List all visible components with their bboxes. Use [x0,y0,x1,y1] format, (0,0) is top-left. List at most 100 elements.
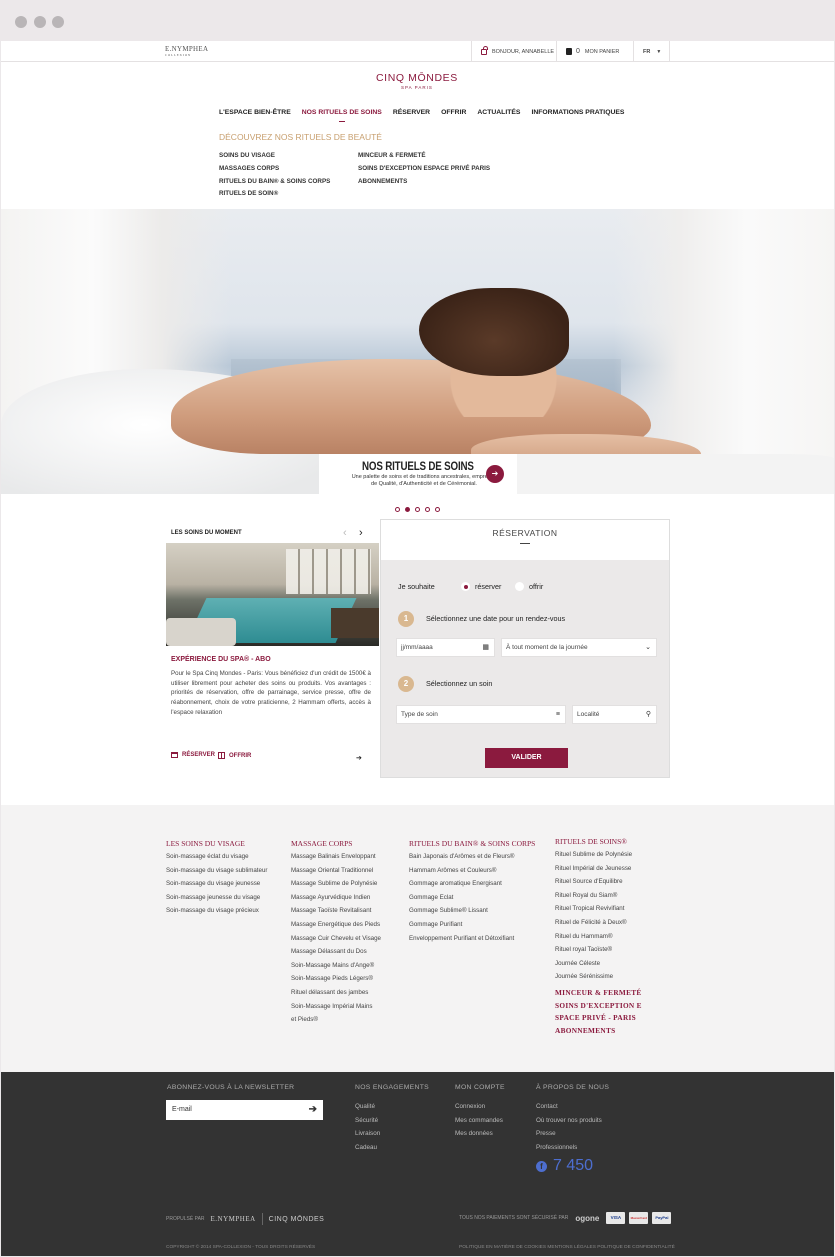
footer-link-exception-cont[interactable]: SPACE PRIVÉ - PARIS [555,1012,642,1025]
footer-link[interactable]: Soin-massage du visage précieux [166,904,267,918]
time-select[interactable]: À tout moment de la journée ⌄ [501,638,657,657]
moment-title[interactable]: EXPÉRIENCE DU SPA® - ABO [171,656,271,663]
moment-reserve-link[interactable]: RÉSERVER [171,752,215,758]
footer-link[interactable]: Rituel du Hammam® [555,930,642,944]
account-link[interactable]: BONJOUR, ANNABELLE [471,41,556,62]
hero-caption-card[interactable]: NOS RITUELS DE SOINS Une palette de soin… [319,454,517,496]
footer-col-title[interactable]: LES SOINS DU VISAGE [166,837,267,850]
footer-link[interactable]: Gommage aromatique Energisant [409,877,535,891]
facebook-likes[interactable]: f 7 450 [536,1157,593,1175]
footer-link[interactable]: Massage Délassant du Dos [291,945,381,959]
footer-link[interactable]: Où trouver nos produits [536,1114,602,1128]
nav-rituels-de-soins[interactable]: NOS RITUELS DE SOINS [302,109,382,122]
slider-dot[interactable] [395,507,400,512]
footer-link-exception[interactable]: SOINS D'EXCEPTION E [555,1000,642,1013]
footer-link[interactable]: Soin-Massage Pieds Légers® [291,972,381,986]
arrow-right-icon[interactable]: ➔ [356,754,362,762]
footer-link[interactable]: Rituel délassant des jambes [291,986,381,1000]
chevron-right-icon[interactable]: › [359,527,363,539]
footer-link[interactable]: Journée Sérénissime [555,970,642,984]
footer-link[interactable]: Soin-Massage Mains d'Ange® [291,959,381,973]
footer-link[interactable]: Livraison [355,1127,380,1141]
footer-link[interactable]: Enveloppement Purifiant et Détoxifiant [409,932,535,946]
footer-link[interactable]: Cadeau [355,1141,380,1155]
footer-link[interactable]: Gommage Eclat [409,891,535,905]
radio-offer[interactable] [515,582,524,591]
arrow-right-icon[interactable]: ➔ [486,465,504,483]
footer-link[interactable]: Soin-massage éclat du visage [166,850,267,864]
slider-dot[interactable] [415,507,420,512]
footer-col-title[interactable]: MASSAGE CORPS [291,837,381,850]
submenu-item[interactable]: RITUELS DE SOIN® [219,188,330,201]
footer-link[interactable]: Massage Sublime de Polynésie [291,877,381,891]
footer-link[interactable]: Hammam Arômes et Couleurs® [409,864,535,878]
slider-dot-active[interactable] [405,507,410,512]
footer-link[interactable]: Rituel de Félicité à Deux® [555,916,642,930]
language-select[interactable]: FR ▼ [633,41,670,62]
footer-link-minceur[interactable]: MINCEUR & FERMETÉ [555,987,642,1000]
footer-link[interactable]: Massage Cuir Chevelu et Visage [291,932,381,946]
cart-link[interactable]: 0 MON PANIER [556,41,633,62]
legal-links[interactable]: POLITIQUE EN MATIÈRE DE COOKIES MENTIONS… [459,1245,675,1250]
footer-link[interactable]: Rituel Impérial de Jeunesse [555,862,642,876]
footer-link[interactable]: Sécurité [355,1114,380,1128]
nav-informations-pratiques[interactable]: INFORMATIONS PRATIQUES [531,109,624,116]
window-maximize-dot[interactable] [52,16,64,28]
footer-col-title[interactable]: RITUELS DU BAIN® & SOINS CORPS [409,837,535,850]
footer-link[interactable]: Massage Taoïste Revitalisant [291,904,381,918]
submenu-item[interactable]: SOINS DU VISAGE [219,150,330,163]
footer-link[interactable]: Bain Japonais d'Arômes et de Fleurs® [409,850,535,864]
footer-link[interactable]: Professionnels [536,1141,602,1155]
submenu-item[interactable]: MINCEUR & FERMETÉ [358,150,490,163]
footer-link[interactable]: Rituel Tropical Revivifiant [555,902,642,916]
footer-link[interactable]: Mes commandes [455,1114,503,1128]
submenu-item[interactable]: SOINS D'EXCEPTION ESPACE PRIVÉ PARIS [358,163,490,176]
submenu-item[interactable]: RITUELS DU BAIN® & SOINS CORPS [219,176,330,189]
newsletter-input[interactable]: E-mail ➔ [166,1100,323,1120]
footer-link[interactable]: Soin-Massage Impérial Mains [291,1000,381,1014]
moment-image[interactable] [166,543,379,646]
footer-link[interactable]: Connexion [455,1100,503,1114]
nav-offrir[interactable]: OFFRIR [441,109,466,116]
moment-offer-link[interactable]: OFFRIR [218,752,251,759]
window-close-dot[interactable] [15,16,27,28]
footer-link[interactable]: Massage Balinais Enveloppant [291,850,381,864]
arrow-right-icon[interactable]: ➔ [309,1100,317,1120]
footer-link[interactable]: Rituel Royal du Siam® [555,889,642,903]
footer-col-title[interactable]: RITUELS DE SOINS® [555,835,642,848]
enymphea-logo[interactable]: E.NYMPHEA [211,1215,256,1223]
footer-link[interactable]: Massage Ayurvédique Indien [291,891,381,905]
footer-link[interactable]: Journée Céleste [555,957,642,971]
footer-link[interactable]: et Pieds® [291,1013,381,1027]
date-input[interactable]: jj/mm/aaaa ▦ [396,638,495,657]
footer-link[interactable]: Gommage Sublime® Lissant [409,904,535,918]
collexion-logo[interactable]: E.NYMPHEA COLLEXION [165,45,208,57]
footer-link[interactable]: Soin-massage du visage sublimateur [166,864,267,878]
footer-link[interactable]: Mes données [455,1127,503,1141]
footer-link[interactable]: Qualité [355,1100,380,1114]
footer-link[interactable]: Massage Oriental Traditionnel [291,864,381,878]
submenu-item[interactable]: ABONNEMENTS [358,176,490,189]
submenu-item[interactable]: MASSAGES CORPS [219,163,330,176]
slider-dot[interactable] [435,507,440,512]
footer-link[interactable]: Rituel royal Taoïste® [555,943,642,957]
footer-link-abonnements[interactable]: ABONNEMENTS [555,1025,642,1038]
footer-link[interactable]: Soin-massage du visage jeunesse [166,877,267,891]
nav-actualites[interactable]: ACTUALITÉS [477,109,520,116]
footer-link[interactable]: Contact [536,1100,602,1114]
radio-reserve[interactable] [461,582,470,591]
nav-reserver[interactable]: RÉSERVER [393,109,430,116]
footer-link[interactable]: Presse [536,1127,602,1141]
site-logo[interactable]: CINQ MŌNDES SPA PARIS [376,72,458,90]
radio-reserve-label[interactable]: réserver [475,582,501,591]
soin-select[interactable]: Type de soin ≡ [396,705,566,724]
footer-link[interactable]: Soin-massage jeunesse du visage [166,891,267,905]
window-minimize-dot[interactable] [34,16,46,28]
footer-link[interactable]: Rituel Sublime de Polynésie [555,848,642,862]
footer-link[interactable]: Massage Energétique des Pieds [291,918,381,932]
chevron-left-icon[interactable]: ‹ [343,527,347,539]
footer-link[interactable]: Rituel Source d'Equilibre [555,875,642,889]
footer-link[interactable]: Gommage Purifiant [409,918,535,932]
cinq-mondes-logo[interactable]: CINQ MŌNDES [269,1216,325,1223]
radio-offer-label[interactable]: offrir [529,582,543,591]
